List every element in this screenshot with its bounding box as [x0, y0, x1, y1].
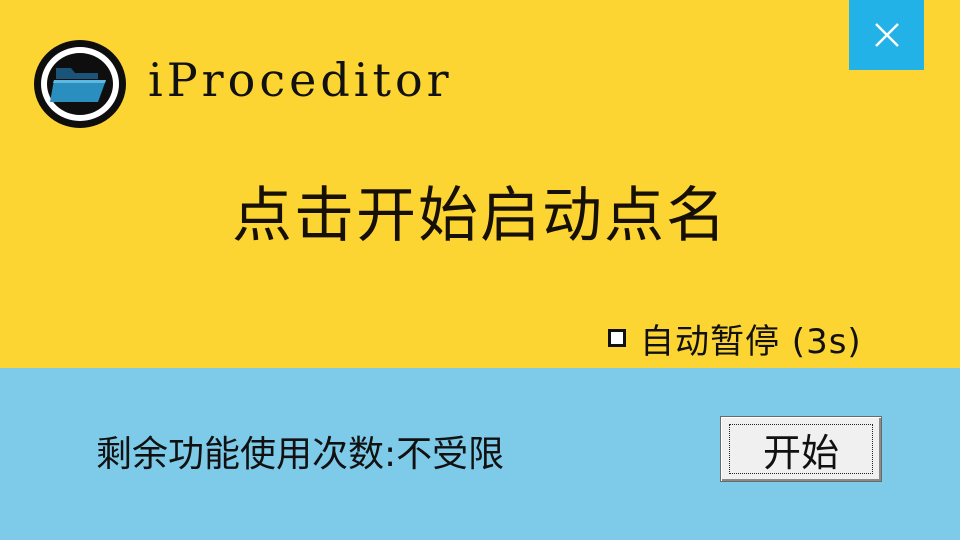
app-logo — [32, 38, 128, 130]
auto-pause-label: 自动暂停 (3s) — [640, 321, 862, 362]
auto-pause-checkbox[interactable]: 自动暂停 (3s) — [608, 314, 862, 362]
remaining-uses-text: 剩余功能使用次数:不受限 — [96, 434, 505, 475]
folder-icon — [34, 40, 126, 128]
close-icon — [874, 23, 899, 47]
start-button[interactable]: 开始 — [720, 416, 882, 482]
start-button-label: 开始 — [729, 424, 873, 475]
close-button[interactable] — [849, 0, 924, 70]
main-prompt: 点击开始启动点名 — [232, 181, 728, 251]
app-title: iProceditor — [148, 53, 453, 107]
checkbox-box[interactable] — [608, 329, 626, 347]
